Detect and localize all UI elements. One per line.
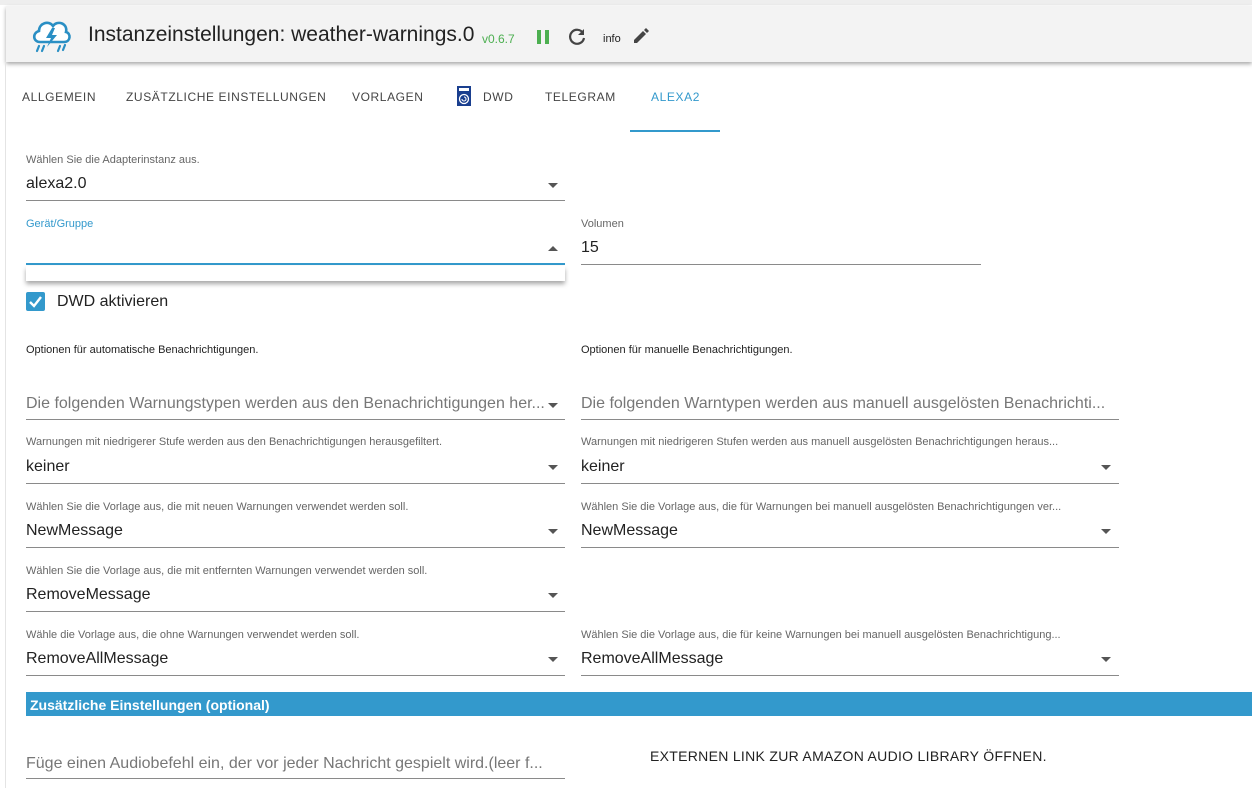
- auto-new-template-label: Wählen Sie die Vorlage aus, die mit neue…: [26, 501, 409, 513]
- volume-label: Volumen: [581, 218, 624, 230]
- field-underline: [581, 483, 1119, 484]
- amazon-audio-library-link[interactable]: EXTERNEN LINK ZUR AMAZON AUDIO LIBRARY Ö…: [650, 748, 1047, 764]
- auto-new-template-select[interactable]: Wählen Sie die Vorlage aus, die mit neue…: [26, 501, 565, 549]
- top-border: [0, 0, 1252, 5]
- adapter-instance-value: alexa2.0: [26, 175, 87, 192]
- auto-removed-template-value: RemoveMessage: [26, 586, 151, 603]
- tab-zusaetzliche-einstellungen[interactable]: ZUSÄTZLICHE EINSTELLUNGEN: [126, 90, 326, 104]
- tab-vorlagen[interactable]: VORLAGEN: [352, 90, 424, 104]
- auto-removed-template-select[interactable]: Wählen Sie die Vorlage aus, die mit entf…: [26, 565, 565, 613]
- chevron-down-icon: [548, 465, 558, 470]
- chevron-down-icon: [1101, 465, 1111, 470]
- tab-allgemein[interactable]: ALLGEMEIN: [22, 90, 96, 104]
- chevron-down-icon: [548, 657, 558, 662]
- auto-level-select[interactable]: Warnungen mit niedrigerer Stufe werden a…: [26, 436, 565, 484]
- manual-none-template-label: Wählen Sie die Vorlage aus, die für kein…: [581, 629, 1061, 641]
- dwd-enable-checkbox[interactable]: [26, 292, 45, 311]
- device-group-label: Gerät/Gruppe: [26, 218, 94, 230]
- pause-icon[interactable]: [536, 29, 550, 45]
- field-underline: [581, 419, 1119, 420]
- auto-new-template-value: NewMessage: [26, 522, 123, 539]
- manual-new-template-value: NewMessage: [581, 522, 678, 539]
- field-underline: [26, 200, 565, 201]
- field-underline: [26, 483, 565, 484]
- manual-new-template-select[interactable]: Wählen Sie die Vorlage aus, die für Warn…: [581, 501, 1119, 549]
- volume-input[interactable]: Volumen 15: [581, 218, 981, 266]
- field-underline: [581, 547, 1119, 548]
- auto-level-value: keiner: [26, 458, 70, 475]
- refresh-icon[interactable]: [567, 27, 587, 47]
- volume-value: 15: [581, 239, 599, 256]
- manual-none-template-value: RemoveAllMessage: [581, 650, 724, 667]
- manual-warning-types-select[interactable]: Die folgenden Warntypen werden aus manue…: [581, 390, 1119, 420]
- header-bar: Instanzeinstellungen: weather-warnings.0…: [6, 6, 1252, 62]
- page-title: Instanzeinstellungen: weather-warnings.0: [88, 23, 475, 46]
- auto-none-template-select[interactable]: Wähle die Vorlage aus, die ohne Warnunge…: [26, 629, 565, 677]
- chevron-down-icon: [1101, 529, 1111, 534]
- dwd-enable-label: DWD aktivieren: [57, 293, 169, 310]
- field-underline: [581, 264, 981, 265]
- chevron-down-icon: [548, 529, 558, 534]
- audio-command-placeholder: Füge einen Audiobefehl ein, der vor jede…: [26, 755, 543, 772]
- left-divider: [5, 62, 6, 788]
- field-underline: [26, 547, 565, 548]
- dropdown-popup: [26, 266, 565, 281]
- chevron-down-icon: [548, 593, 558, 598]
- manual-warning-types-placeholder: Die folgenden Warntypen werden aus manue…: [581, 395, 1106, 412]
- checkmark-icon: [29, 296, 42, 308]
- auto-warning-types-select[interactable]: Die folgenden Warnungstypen werden aus d…: [26, 390, 565, 420]
- chevron-up-icon: [548, 246, 558, 251]
- tab-bar: ALLGEMEIN ZUSÄTZLICHE EINSTELLUNGEN VORL…: [6, 62, 1252, 134]
- edit-icon[interactable]: [632, 27, 650, 45]
- auto-none-template-label: Wähle die Vorlage aus, die ohne Warnunge…: [26, 629, 360, 641]
- chevron-down-icon: [1101, 657, 1111, 662]
- device-group-select[interactable]: Gerät/Gruppe: [26, 218, 565, 266]
- manual-level-label: Warnungen mit niedrigeren Stufen werden …: [581, 436, 1059, 448]
- field-underline: [26, 611, 565, 612]
- field-underline: [26, 778, 565, 779]
- weather-cloud-logo-icon: [32, 21, 71, 53]
- active-tab-indicator: [630, 130, 720, 132]
- auto-warning-types-placeholder: Die folgenden Warnungstypen werden aus d…: [26, 395, 545, 412]
- dwd-icon: [457, 86, 471, 106]
- chevron-down-icon: [548, 183, 558, 188]
- field-underline: [26, 675, 565, 676]
- tab-alexa2[interactable]: ALEXA2: [651, 90, 700, 104]
- tab-telegram[interactable]: TELEGRAM: [545, 90, 616, 104]
- adapter-instance-label: Wählen Sie die Adapterinstanz aus.: [26, 154, 200, 166]
- manual-section-title: Optionen für manuelle Benachrichtigungen…: [581, 344, 793, 356]
- auto-section-title: Optionen für automatische Benachrichtigu…: [26, 344, 259, 356]
- adapter-instance-select[interactable]: Wählen Sie die Adapterinstanz aus. alexa…: [26, 154, 565, 202]
- optional-section-banner: Zusätzliche Einstellungen (optional): [26, 692, 1252, 716]
- field-underline: [26, 419, 565, 420]
- info-label: info: [603, 33, 621, 45]
- auto-removed-template-label: Wählen Sie die Vorlage aus, die mit entf…: [26, 565, 428, 577]
- tab-dwd[interactable]: DWD: [483, 90, 513, 104]
- manual-level-select[interactable]: Warnungen mit niedrigeren Stufen werden …: [581, 436, 1119, 484]
- version-label: v0.6.7: [482, 32, 515, 46]
- manual-new-template-label: Wählen Sie die Vorlage aus, die für Warn…: [581, 501, 1062, 513]
- field-underline-focused: [26, 263, 565, 265]
- optional-section-title: Zusätzliche Einstellungen (optional): [30, 697, 270, 713]
- audio-command-input[interactable]: Füge einen Audiobefehl ein, der vor jede…: [26, 750, 565, 780]
- chevron-down-icon: [548, 403, 558, 408]
- manual-level-value: keiner: [581, 458, 625, 475]
- manual-none-template-select[interactable]: Wählen Sie die Vorlage aus, die für kein…: [581, 629, 1119, 677]
- auto-none-template-value: RemoveAllMessage: [26, 650, 169, 667]
- auto-level-label: Warnungen mit niedrigerer Stufe werden a…: [26, 436, 443, 448]
- field-underline: [581, 675, 1119, 676]
